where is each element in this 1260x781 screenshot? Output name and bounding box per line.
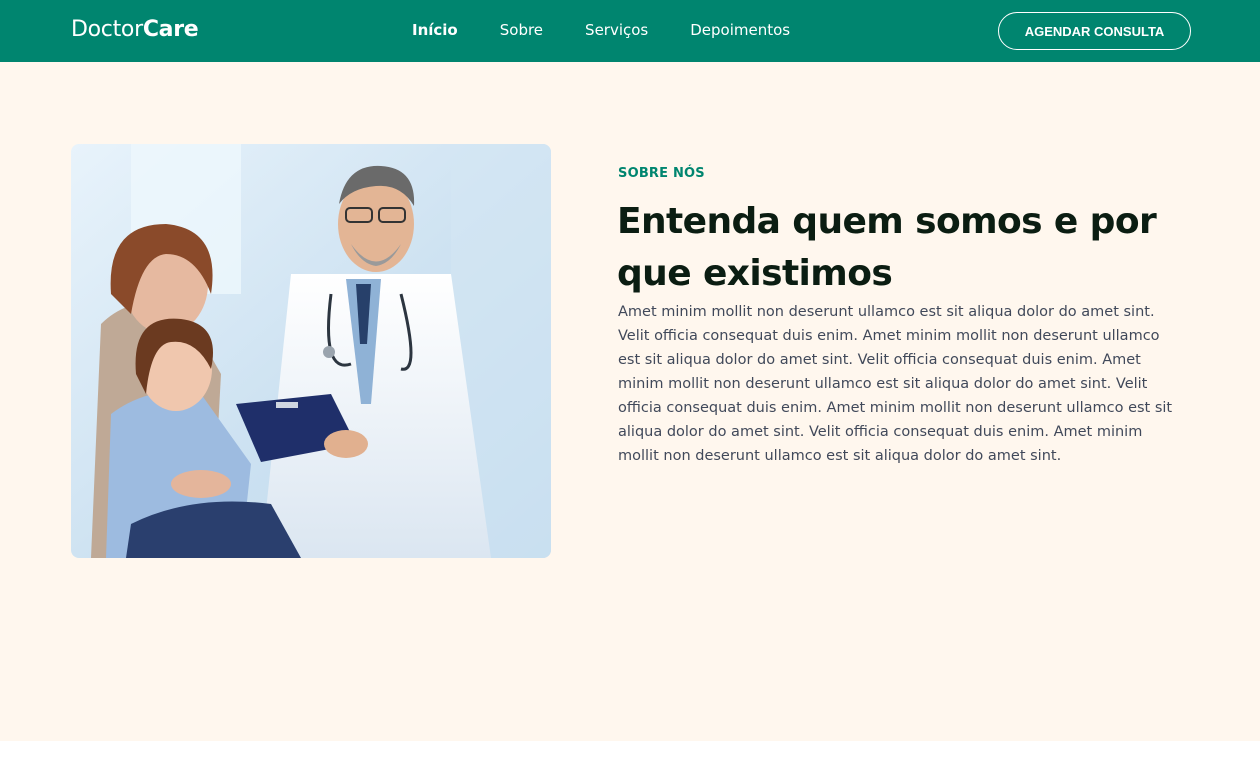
section-description: Amet minim mollit non deserunt ullamco e…: [618, 304, 1173, 464]
nav-link-inicio[interactable]: Início: [412, 21, 458, 39]
section-eyebrow: SOBRE NÓS: [618, 166, 705, 181]
nav-link-depoimentos[interactable]: Depoimentos: [690, 21, 790, 39]
top-navbar: DoctorCare Início Sobre Serviços Depoime…: [0, 0, 1260, 62]
doctor-family-photo: [71, 144, 551, 558]
page-bottom: [0, 741, 1260, 781]
logo[interactable]: DoctorCare: [71, 17, 199, 42]
nav-link-sobre[interactable]: Sobre: [500, 21, 543, 39]
about-section: SOBRE NÓS Entenda quem somos e por que e…: [0, 62, 1260, 741]
main-nav: Início Sobre Serviços Depoimentos: [412, 21, 832, 39]
logo-bold: Care: [142, 17, 199, 42]
section-title: Entenda quem somos e por que existimos: [617, 201, 1157, 294]
nav-link-servicos[interactable]: Serviços: [585, 21, 648, 39]
schedule-appointment-button[interactable]: AGENDAR CONSULTA: [998, 12, 1191, 50]
logo-regular: Doctor: [71, 17, 143, 42]
